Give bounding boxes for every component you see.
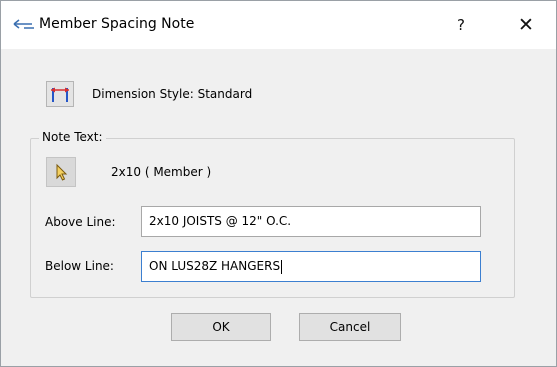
member-spacing-app-icon [12, 15, 36, 35]
below-line-input[interactable]: ON LUS28Z HANGERS [141, 251, 481, 282]
member-label: 2x10 ( Member ) [111, 165, 212, 179]
note-text-group-label: Note Text: [39, 130, 106, 144]
above-line-input[interactable]: 2x10 JOISTS @ 12" O.C. [141, 206, 481, 237]
title-bar[interactable]: Member Spacing Note ? ✕ [1, 1, 556, 49]
below-line-value: ON LUS28Z HANGERS [149, 259, 281, 273]
close-button[interactable]: ✕ [509, 11, 543, 39]
cancel-button[interactable]: Cancel [299, 313, 401, 341]
above-line-value: 2x10 JOISTS @ 12" O.C. [149, 214, 292, 228]
dimension-style-label: Dimension Style: Standard [92, 87, 253, 101]
dimension-style-button[interactable] [46, 81, 74, 107]
member-spacing-note-dialog: Member Spacing Note ? ✕ Dimension Style:… [0, 0, 557, 367]
dimension-style-icon [51, 87, 69, 102]
pick-member-button[interactable] [46, 157, 76, 187]
close-icon: ✕ [518, 14, 534, 36]
text-caret [281, 259, 283, 274]
cursor-pick-icon [56, 163, 68, 181]
window-title: Member Spacing Note [39, 16, 195, 32]
help-button[interactable]: ? [446, 11, 476, 39]
ok-button[interactable]: OK [171, 313, 271, 341]
below-line-label: Below Line: [45, 259, 114, 273]
above-line-label: Above Line: [45, 215, 116, 229]
